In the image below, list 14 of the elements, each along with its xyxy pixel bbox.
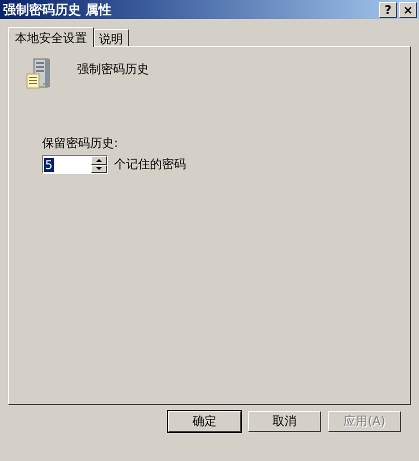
window-title: 强制密码历史 属性	[3, 2, 113, 18]
dialog-button[interactable]: 取消	[248, 411, 321, 432]
spin-value: 5	[44, 158, 54, 172]
up-arrow-icon[interactable]	[96, 158, 102, 162]
close-button[interactable]: ×	[399, 2, 417, 18]
dialog-button[interactable]: 确定	[168, 411, 241, 432]
down-arrow-icon[interactable]	[96, 167, 102, 170]
unit-label: 个记住的密码	[114, 156, 186, 173]
policy-name: 强制密码历史	[77, 61, 149, 78]
setting-label: 保留密码历史:	[42, 135, 120, 152]
tab[interactable]: 说明	[94, 29, 129, 46]
help-button[interactable]: ?	[379, 2, 397, 18]
spin-box[interactable]: 5	[42, 155, 108, 174]
tab[interactable]: 本地安全设置	[8, 27, 94, 47]
